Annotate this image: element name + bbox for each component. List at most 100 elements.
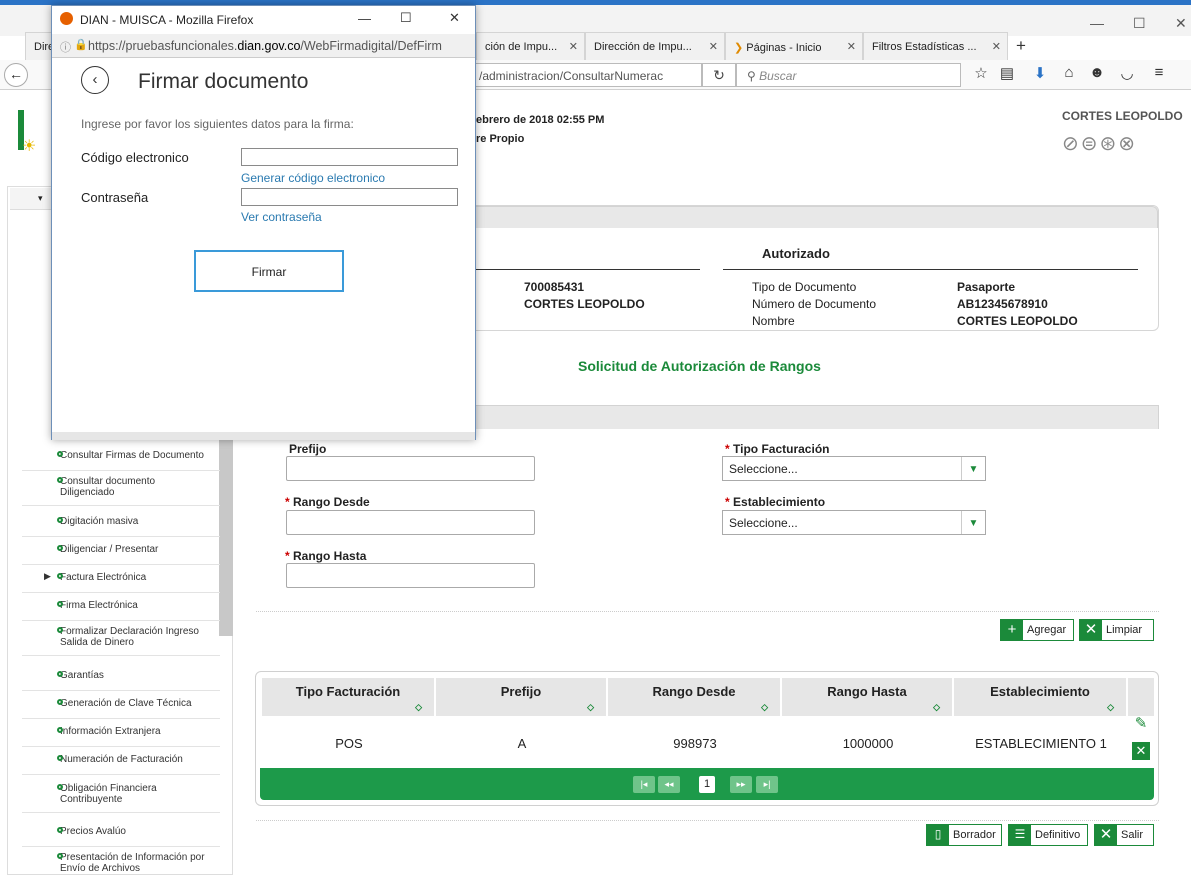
dialog-heading: Firmar documento [138, 70, 309, 93]
bullet-icon [57, 784, 63, 790]
taxpayer-name: CORTES LEOPOLDO [524, 297, 645, 311]
sidebar-item[interactable]: ▶ Factura Electrónica [22, 568, 220, 593]
column-header[interactable]: Establecimiento ◇ [954, 678, 1128, 716]
draft-button-label: Borrador [953, 829, 996, 841]
sidebar-item[interactable]: Precios Avalúo [22, 822, 220, 847]
column-header[interactable]: Prefijo ◇ [436, 678, 608, 716]
sidebar-item[interactable]: Información Extranjera [22, 722, 220, 747]
home-icon[interactable]: ⌂ [1058, 64, 1080, 86]
show-password-link[interactable]: Ver contraseña [241, 210, 322, 224]
delete-x-icon[interactable]: ✕ [1132, 742, 1150, 760]
add-button[interactable]: + Agregar [1000, 619, 1074, 641]
sort-icon[interactable]: ◇ [933, 702, 940, 713]
sidebar-item[interactable]: Diligenciar / Presentar [22, 540, 220, 565]
column-header[interactable]: Tipo Facturación ◇ [262, 678, 436, 716]
sidebar-item-label: Formalizar Declaración Ingreso Salida de… [60, 626, 199, 648]
menu-icon[interactable]: ≡ [1148, 64, 1170, 86]
first-page-icon[interactable]: |◂ [633, 776, 655, 793]
search-input[interactable]: ⚲ Buscar [736, 63, 961, 87]
back-arrow-icon[interactable]: ← [4, 63, 28, 87]
draft-button[interactable]: ▯ Borrador [926, 824, 1002, 846]
current-page[interactable]: 1 [699, 776, 715, 793]
sidebar-item[interactable]: Garantías [22, 666, 220, 691]
dropdown-arrow-icon[interactable]: ▼ [961, 511, 985, 534]
tipo-facturacion-select[interactable]: Seleccione... ▼ [722, 456, 986, 481]
url-bar[interactable]: /administracion/ConsultarNumerac [466, 63, 702, 87]
column-header-label: Rango Hasta [827, 684, 907, 699]
next-page-icon[interactable]: ▸▸ [730, 776, 752, 793]
rango-hasta-input[interactable] [286, 563, 535, 588]
close-tab-icon[interactable]: ✕ [709, 40, 718, 53]
rango-desde-label: Rango Desde [293, 495, 370, 509]
rango-desde-input[interactable] [286, 510, 535, 535]
establecimiento-select[interactable]: Seleccione... ▼ [722, 510, 986, 535]
column-header[interactable]: Rango Desde ◇ [608, 678, 782, 716]
sidebar-item[interactable]: Digitación masiva [22, 512, 220, 537]
expand-arrow-icon[interactable]: ▶ [44, 571, 51, 582]
new-tab-button[interactable]: + [1016, 36, 1026, 56]
chat-icon[interactable]: ☻ [1086, 64, 1108, 86]
bullet-icon [57, 477, 63, 483]
close-tab-icon[interactable]: ✕ [992, 40, 1001, 53]
sidebar-item[interactable]: Obligación Financiera Contribuyente [22, 779, 220, 813]
maximize-icon[interactable]: ☐ [1133, 15, 1146, 32]
sort-icon[interactable]: ◇ [1107, 702, 1114, 713]
close-window-icon[interactable]: ✕ [449, 10, 460, 26]
sidebar-item[interactable]: Consultar documento Diligenciado [22, 472, 220, 506]
sign-button[interactable]: Firmar [194, 250, 344, 292]
send-icon[interactable]: ⊘ [1062, 133, 1081, 155]
column-header[interactable]: Rango Hasta ◇ [782, 678, 954, 716]
column-header-label: Tipo Facturación [295, 684, 401, 699]
close-tab-icon[interactable]: ✕ [847, 40, 856, 53]
browser-tab[interactable]: Filtros Estadísticas ... ✕ [863, 32, 1008, 60]
back-chevron-icon[interactable]: ‹ [81, 66, 109, 94]
browser-tab[interactable]: ❯ Páginas - Inicio ✕ [725, 32, 863, 60]
pocket-icon[interactable]: ◡ [1116, 64, 1138, 86]
sidebar-item[interactable]: Consultar Firmas de Documento [22, 446, 220, 471]
clear-button[interactable]: ✕ Limpiar [1079, 619, 1154, 641]
download-icon[interactable]: ⬇ [1029, 64, 1051, 86]
last-page-icon[interactable]: ▸| [756, 776, 778, 793]
minimize-icon[interactable]: — [1090, 15, 1104, 31]
exit-button[interactable]: ✕ Salir [1094, 824, 1154, 846]
sidebar-item-label: Información Extranjera [60, 726, 161, 737]
close-window-icon[interactable]: ✕ [1175, 15, 1187, 32]
sidebar-item[interactable]: Formalizar Declaración Ingreso Salida de… [22, 622, 220, 656]
maximize-icon[interactable]: ☐ [400, 10, 412, 26]
browser-tab[interactable]: ción de Impu... ✕ [476, 32, 585, 60]
reading-list-icon[interactable]: ▤ [996, 64, 1018, 86]
x-icon: ✕ [1080, 620, 1102, 640]
required-mark: * [285, 549, 290, 563]
sidebar-item[interactable]: Numeración de Facturación [22, 750, 220, 775]
code-input[interactable] [241, 148, 458, 166]
sidebar-item[interactable]: Generación de Clave Técnica [22, 694, 220, 719]
password-input[interactable] [241, 188, 458, 206]
reload-icon[interactable]: ↻ [702, 63, 736, 87]
print-icon[interactable]: ⊛ [1100, 133, 1119, 155]
minimize-icon[interactable]: — [358, 11, 371, 26]
logout-icon[interactable]: ⊗ [1118, 133, 1137, 155]
firefox-icon [60, 12, 73, 25]
prev-page-icon[interactable]: ◂◂ [658, 776, 680, 793]
expand-arrow-icon[interactable]: ▾ [38, 193, 43, 204]
sidebar-item-label: Obligación Financiera Contribuyente [60, 783, 157, 805]
info-icon[interactable]: ⓘ [60, 39, 71, 55]
prefijo-input[interactable] [286, 456, 535, 481]
sort-icon[interactable]: ◇ [587, 702, 594, 713]
final-button[interactable]: ☰ Definitivo [1008, 824, 1088, 846]
sidebar-item[interactable]: Firma Electrónica [22, 596, 220, 621]
browser-tab[interactable]: Dirección de Impu... ✕ [585, 32, 725, 60]
sort-icon[interactable]: ◇ [761, 702, 768, 713]
edit-pencil-icon[interactable]: ✎ [1132, 714, 1150, 732]
close-tab-icon[interactable]: ✕ [569, 40, 578, 53]
mail-icon[interactable]: ⊜ [1081, 133, 1100, 155]
bookmark-star-icon[interactable]: ☆ [970, 64, 992, 86]
generate-code-link[interactable]: Generar código electronico [241, 171, 385, 185]
bullet-icon [57, 627, 63, 633]
doc-number-value: AB12345678910 [957, 297, 1048, 311]
sidebar-item-label: Factura Electrónica [60, 572, 147, 583]
dialog-url-bar[interactable]: ⓘ 🔒 https://pruebasfuncionales.dian.gov.… [52, 34, 475, 58]
dropdown-arrow-icon[interactable]: ▼ [961, 457, 985, 480]
sort-icon[interactable]: ◇ [415, 702, 422, 713]
sidebar-item[interactable]: Presentación de Información por Envío de… [22, 848, 220, 875]
